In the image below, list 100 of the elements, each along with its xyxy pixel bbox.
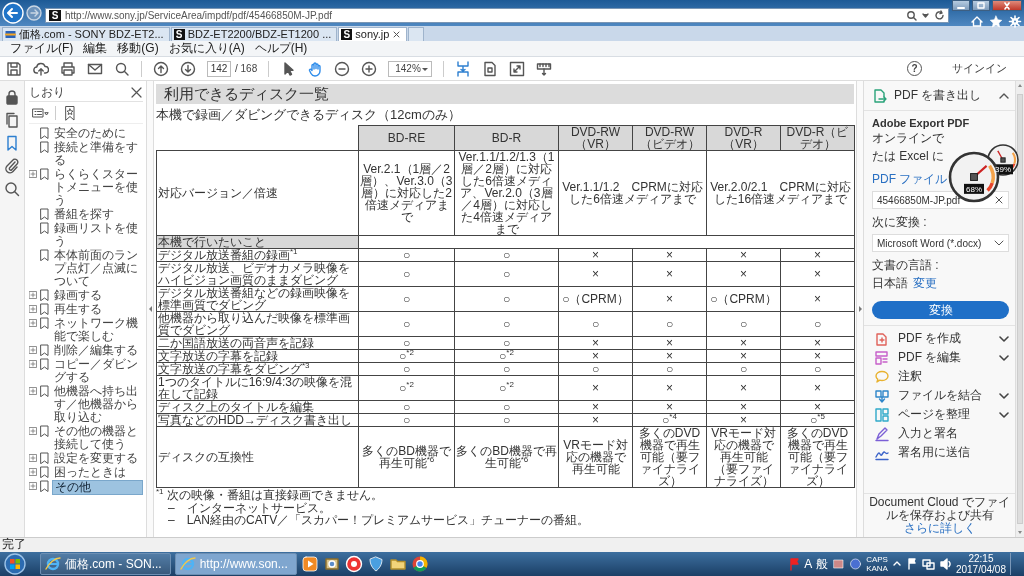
expand-icon[interactable] [29, 319, 37, 327]
fit-page-icon[interactable] [455, 60, 472, 77]
tool-item[interactable]: PDF を作成 [898, 330, 962, 347]
ime-mode[interactable]: A [804, 557, 813, 571]
combine-files-icon[interactable] [874, 387, 890, 404]
menu-item[interactable]: 移動(G) [117, 41, 159, 56]
volume-icon[interactable] [938, 557, 952, 571]
ruler-icon[interactable] [536, 60, 553, 77]
bookmark-item[interactable]: 録画する [52, 289, 104, 302]
chevron-up-icon[interactable] [999, 91, 1009, 100]
settings-icon[interactable] [1008, 15, 1022, 28]
browser-tab[interactable]: S BDZ-ET2200/BDZ-ET1200 ... [170, 27, 338, 41]
menu-item[interactable]: ヘルプ(H) [254, 41, 308, 56]
taskbar-task[interactable]: 価格.com - SON... [40, 553, 171, 575]
start-button[interactable] [4, 553, 26, 575]
options-icon[interactable] [32, 105, 49, 120]
minimize-button[interactable] [952, 0, 970, 11]
bookmark-icon[interactable] [39, 289, 50, 301]
lock-icon[interactable] [4, 89, 20, 105]
tool-item[interactable]: ファイルを結合 [898, 387, 982, 404]
create-pdf-icon[interactable] [874, 330, 890, 347]
zoom-in-icon[interactable] [361, 60, 378, 77]
hand-icon[interactable] [307, 60, 324, 77]
back-button[interactable] [2, 2, 24, 24]
close-icon[interactable] [392, 30, 402, 39]
bookmark-item[interactable]: 削除／編集する [52, 344, 140, 357]
scroll-down-icon[interactable] [1017, 530, 1023, 535]
full-screen-icon[interactable] [509, 60, 526, 77]
caret-icon[interactable] [420, 65, 429, 72]
expand-icon[interactable] [29, 305, 37, 313]
bookmark-icon[interactable] [39, 425, 50, 437]
bookmark-icon[interactable] [39, 208, 50, 220]
chevron-down-icon[interactable] [999, 391, 1009, 400]
close-icon[interactable] [130, 86, 143, 99]
bookmark-item[interactable]: 設定を変更する [52, 452, 140, 465]
search-icon[interactable] [4, 181, 20, 197]
format-dropdown[interactable]: Microsoft Word (*.docx) [872, 234, 1009, 252]
bookmark-item[interactable]: 番組を探す [52, 208, 116, 221]
expand-icon[interactable] [29, 468, 37, 476]
bookmark-item[interactable]: 安全のために [52, 127, 128, 140]
tool-item[interactable]: 注釈 [898, 368, 922, 385]
menu-item[interactable]: お気に入り(A) [168, 41, 245, 56]
bookmark-icon[interactable] [39, 222, 50, 234]
search-icon[interactable] [114, 60, 130, 77]
export-icon[interactable] [872, 87, 888, 104]
tray-icon[interactable] [832, 557, 846, 571]
flag-icon[interactable] [905, 557, 918, 571]
bookmark-item[interactable]: 本体前面のランプ点灯／点滅について [52, 249, 143, 288]
bookmark-item[interactable]: 接続と準備をする [52, 141, 143, 167]
bookmark-icon[interactable] [39, 385, 50, 397]
bookmark-icon[interactable] [39, 466, 50, 478]
print-icon[interactable] [60, 60, 76, 77]
bookmark-item[interactable]: 再生する [52, 303, 104, 316]
expand-icon[interactable] [29, 291, 37, 299]
page-number-field[interactable]: 142 [207, 60, 231, 77]
tool-item[interactable]: PDF を編集 [898, 349, 962, 366]
edit-pdf-icon[interactable] [874, 349, 890, 366]
bookmark-icon[interactable] [39, 303, 50, 315]
expand-icon[interactable] [29, 454, 37, 462]
close-button[interactable] [992, 0, 1022, 11]
bookmark-item[interactable]: ネットワーク機能で楽しむ [52, 317, 143, 343]
menu-item[interactable]: 編集 [83, 41, 108, 56]
chevron-down-icon[interactable] [999, 334, 1009, 343]
search-icon[interactable] [906, 10, 917, 21]
expand-icon[interactable] [29, 170, 37, 178]
clock[interactable]: 22:15 2017/04/08 [955, 553, 1006, 575]
sign-in-link[interactable]: サインイン [952, 61, 1007, 76]
browser-tab[interactable]: 価格.com - SONY BDZ-ET2... [2, 27, 170, 41]
bookmark-item[interactable]: らくらくスタートメニューを使う [52, 168, 143, 207]
bookmark-item[interactable]: 困ったときは [52, 466, 128, 479]
chevron-down-icon[interactable] [999, 410, 1009, 419]
maximize-button[interactable] [972, 0, 990, 11]
bookmark-icon[interactable] [39, 249, 50, 261]
save-icon[interactable] [6, 60, 22, 77]
change-link[interactable]: 変更 [913, 275, 937, 292]
scroll-up-icon[interactable] [1017, 83, 1023, 88]
bookmark-icon[interactable] [4, 135, 20, 151]
bookmark-item[interactable]: その他の機器と接続して使う [52, 425, 143, 451]
bookmark-item[interactable]: 他機器へ持ち出す／他機器から取り込む [52, 385, 143, 424]
bookmark-icon[interactable] [39, 127, 50, 139]
network-icon[interactable] [921, 557, 935, 571]
zoom-dropdown[interactable]: 142% [388, 60, 433, 77]
bookmark-item[interactable]: コピー／ダビングする [52, 358, 143, 384]
zoom-out-icon[interactable] [334, 60, 351, 77]
home-icon[interactable] [970, 15, 984, 28]
bookmark-item[interactable]: 録画リストを使う [52, 222, 143, 248]
bookmark-icon[interactable] [39, 168, 50, 180]
chevron-down-icon[interactable] [994, 239, 1004, 247]
pen-icon[interactable] [874, 425, 890, 442]
file-link[interactable]: PDF ファイル [872, 171, 948, 188]
tool-item[interactable]: 入力と署名 [898, 425, 958, 442]
expand-icon[interactable] [29, 427, 37, 435]
media-player-icon[interactable] [300, 555, 319, 573]
bookmark-icon[interactable] [39, 480, 50, 492]
browser-tab[interactable]: S sony.jp [338, 27, 408, 41]
cloud-upload-icon[interactable] [33, 60, 49, 77]
browser-logo-icon[interactable] [410, 555, 429, 573]
bookmark-icon[interactable] [39, 317, 50, 329]
bookmark-item[interactable]: その他 [52, 480, 143, 495]
bookmark-icon[interactable] [39, 344, 50, 356]
